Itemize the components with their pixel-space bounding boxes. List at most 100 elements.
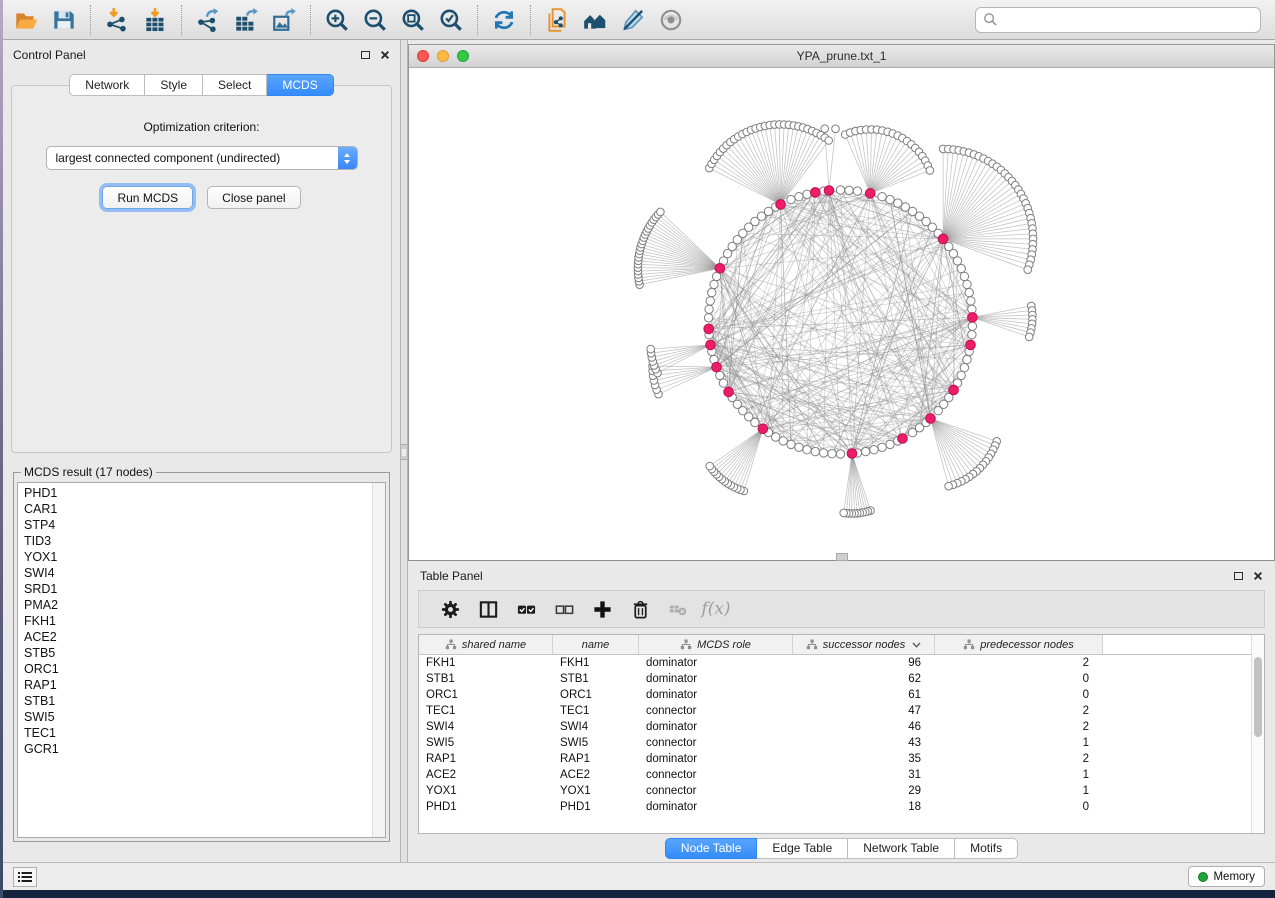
- graph-node[interactable]: [708, 288, 716, 296]
- show-panels-button[interactable]: [13, 867, 37, 887]
- graph-node[interactable]: [957, 371, 965, 379]
- export-network-button[interactable]: [189, 4, 227, 36]
- graph-node[interactable]: [836, 450, 844, 458]
- table-row[interactable]: ORC1ORC1dominator610: [419, 687, 1264, 703]
- search-input[interactable]: [1003, 10, 1253, 30]
- graph-leaf-node[interactable]: [945, 482, 953, 490]
- graph-node[interactable]: [811, 447, 819, 455]
- export-table-button[interactable]: [227, 4, 265, 36]
- graph-leaf-node[interactable]: [1024, 266, 1032, 274]
- graph-node[interactable]: [704, 314, 712, 322]
- graph-leaf-node[interactable]: [1025, 333, 1033, 341]
- apply-layout-button[interactable]: [485, 4, 523, 36]
- graph-node[interactable]: [968, 331, 976, 339]
- graph-node[interactable]: [967, 297, 975, 305]
- close-panel-icon[interactable]: [380, 50, 390, 60]
- table-row[interactable]: RAP1RAP1dominator352: [419, 751, 1264, 767]
- mcds-result-item[interactable]: STP4: [24, 517, 385, 533]
- tab-network[interactable]: Network: [69, 74, 145, 96]
- mcds-result-item[interactable]: TID3: [24, 533, 385, 549]
- node-table-body[interactable]: FKH1FKH1dominator962STB1STB1dominator620…: [419, 655, 1264, 833]
- graph-node[interactable]: [870, 446, 878, 454]
- mcds-result-item[interactable]: PHD1: [24, 485, 385, 501]
- graph-node[interactable]: [795, 193, 803, 201]
- import-network-button[interactable]: [98, 4, 136, 36]
- column-header-name[interactable]: name: [553, 635, 639, 654]
- graph-node[interactable]: [706, 297, 714, 305]
- column-header-predecessor-nodes[interactable]: predecessor nodes: [935, 635, 1103, 654]
- table-row[interactable]: STB1STB1dominator620: [419, 671, 1264, 687]
- import-table-button[interactable]: [136, 4, 174, 36]
- graph-node[interactable]: [795, 443, 803, 451]
- float-table-panel-icon[interactable]: [1234, 572, 1243, 580]
- tab-style[interactable]: Style: [145, 74, 203, 96]
- column-header-mcds-role[interactable]: MCDS role: [639, 635, 793, 654]
- graph-node[interactable]: [828, 450, 836, 458]
- tab-motifs[interactable]: Motifs: [955, 838, 1018, 859]
- save-session-button[interactable]: [45, 4, 83, 36]
- graph-node[interactable]: [968, 322, 976, 330]
- graph-node[interactable]: [705, 305, 713, 313]
- graph-node[interactable]: [886, 195, 894, 203]
- select-all-button[interactable]: [507, 594, 545, 624]
- deselect-all-button[interactable]: [545, 594, 583, 624]
- graph-node[interactable]: [957, 264, 965, 272]
- graph-leaf-node[interactable]: [821, 125, 829, 133]
- graph-hub-node[interactable]: [758, 424, 768, 434]
- graph-node[interactable]: [845, 186, 853, 194]
- table-row[interactable]: FKH1FKH1dominator962: [419, 655, 1264, 671]
- tab-node-table[interactable]: Node Table: [665, 838, 758, 859]
- graph-node[interactable]: [819, 449, 827, 457]
- mcds-result-item[interactable]: GCR1: [24, 741, 385, 757]
- close-table-panel-icon[interactable]: [1253, 571, 1263, 581]
- mcds-result-item[interactable]: STB1: [24, 693, 385, 709]
- graph-node[interactable]: [963, 355, 971, 363]
- graph-hub-node[interactable]: [824, 186, 834, 196]
- zoom-in-button[interactable]: [318, 4, 356, 36]
- graph-hub-node[interactable]: [724, 387, 734, 397]
- export-image-button[interactable]: [265, 4, 303, 36]
- mcds-result-item[interactable]: SWI5: [24, 709, 385, 725]
- graph-node[interactable]: [878, 193, 886, 201]
- mcds-result-item[interactable]: ORC1: [24, 661, 385, 677]
- mcds-result-item[interactable]: CAR1: [24, 501, 385, 517]
- graph-node[interactable]: [716, 371, 724, 379]
- search-box[interactable]: [975, 7, 1261, 33]
- mcds-result-item[interactable]: RAP1: [24, 677, 385, 693]
- splitter-grip[interactable]: [401, 444, 407, 460]
- mcds-result-item[interactable]: ACE2: [24, 629, 385, 645]
- graph-node[interactable]: [836, 186, 844, 194]
- graph-node[interactable]: [908, 428, 916, 436]
- graph-hub-node[interactable]: [938, 234, 948, 244]
- graph-leaf-node[interactable]: [706, 462, 714, 470]
- graph-node[interactable]: [787, 440, 795, 448]
- graph-hub-node[interactable]: [712, 362, 722, 372]
- graph-leaf-node[interactable]: [832, 125, 840, 133]
- graph-hub-node[interactable]: [926, 414, 936, 424]
- mcds-result-item[interactable]: STB5: [24, 645, 385, 661]
- zoom-out-button[interactable]: [356, 4, 394, 36]
- graphics-details-button[interactable]: [652, 4, 690, 36]
- mcds-result-item[interactable]: SRD1: [24, 581, 385, 597]
- column-header-successor-nodes[interactable]: successor nodes: [793, 635, 935, 654]
- graph-node[interactable]: [963, 280, 971, 288]
- zoom-fit-button[interactable]: [394, 4, 432, 36]
- graph-node[interactable]: [878, 443, 886, 451]
- show-columns-button[interactable]: [469, 594, 507, 624]
- mcds-result-item[interactable]: PMA2: [24, 597, 385, 613]
- create-column-button[interactable]: [583, 594, 621, 624]
- graph-hub-node[interactable]: [949, 385, 959, 395]
- close-panel-button[interactable]: Close panel: [207, 186, 300, 209]
- float-panel-icon[interactable]: [361, 51, 370, 59]
- graph-node[interactable]: [965, 288, 973, 296]
- tab-edge-table[interactable]: Edge Table: [757, 838, 848, 859]
- table-scrollbar[interactable]: [1251, 635, 1264, 833]
- table-row[interactable]: YOX1YOX1connector291: [419, 783, 1264, 799]
- graph-hub-node[interactable]: [968, 313, 978, 323]
- horizontal-splitter-grip[interactable]: [836, 553, 848, 561]
- graph-hub-node[interactable]: [865, 189, 875, 199]
- graph-node[interactable]: [803, 190, 811, 198]
- graph-leaf-node[interactable]: [647, 345, 655, 353]
- scrollbar-thumb[interactable]: [1254, 657, 1262, 737]
- memory-button[interactable]: Memory: [1188, 866, 1265, 887]
